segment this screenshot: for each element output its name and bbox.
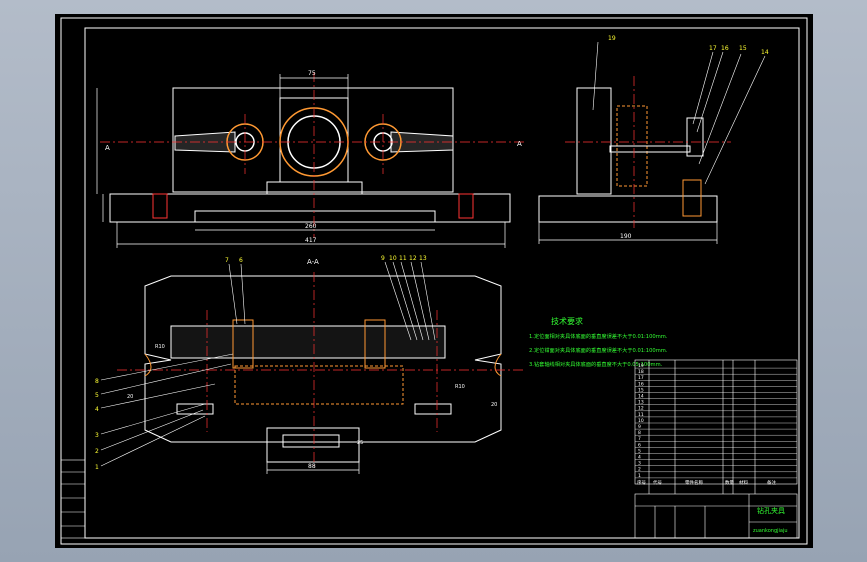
balloon-1: 1 — [95, 464, 99, 471]
balloon-2: 2 — [95, 448, 99, 455]
tech-req-item-2: 2.定位钳面对夹具体底面的垂直度误差不大于0.01:100mm. — [529, 346, 668, 354]
parts-row-number: 10 — [638, 418, 644, 424]
balloon-8: 8 — [95, 378, 99, 385]
plan-left-clamp — [176, 403, 214, 415]
parts-header-cell: 材料 — [739, 479, 748, 486]
base-hatch-right — [458, 193, 474, 219]
parts-rows: 19181716151413121110987654321序号 代号 零件名称 数量材… — [635, 363, 797, 486]
parts-header-cell: 序号 — [637, 479, 646, 486]
dim-plan-w-right: 20 — [491, 402, 497, 408]
parts-row-number: 16 — [638, 381, 644, 387]
side-pin — [609, 145, 691, 153]
cad-drawing: 75 260 417 A A 190 19 17 16 15 14 A-A 88… — [60, 17, 808, 545]
plan-bottom-block — [266, 427, 360, 463]
parts-row-number: 5 — [638, 448, 641, 454]
front-base — [109, 193, 511, 223]
dim-plan-height: 25 — [357, 440, 363, 446]
parts-header-cell: 数量 — [725, 479, 734, 486]
parts-row-number: 19 — [638, 363, 644, 369]
section-mark-left: A — [105, 144, 110, 152]
balloon-4: 4 — [95, 406, 99, 413]
dim-plan-bottom: 88 — [308, 463, 316, 470]
dim-front-inner: 260 — [305, 223, 317, 230]
drawing-sheet: 75 260 417 A A 190 19 17 16 15 14 A-A 88… — [55, 14, 813, 548]
balloon-15: 15 — [739, 45, 747, 52]
side-upright — [576, 87, 612, 195]
balloon-6: 6 — [239, 257, 243, 264]
inner-frame — [84, 27, 800, 539]
balloon-13: 13 — [419, 255, 427, 262]
dim-front-outer: 417 — [305, 237, 317, 244]
parts-row-number: 15 — [638, 387, 644, 393]
plan-outline — [144, 275, 502, 443]
parts-header-cell: 零件名称 — [685, 479, 703, 486]
base-hatch-left — [152, 193, 168, 219]
left-block — [60, 459, 86, 539]
parts-row-number: 13 — [638, 400, 644, 406]
parts-row-number: 3 — [638, 461, 641, 467]
balloon-17: 17 — [709, 45, 717, 52]
front-base-slot — [194, 210, 436, 223]
balloon-9: 9 — [381, 255, 385, 262]
parts-row-number: 18 — [638, 369, 644, 375]
parts-row-number: 7 — [638, 436, 641, 442]
balloon-5: 5 — [95, 392, 99, 399]
dim-side-bottom: 190 — [620, 233, 632, 240]
plan-channel — [234, 365, 404, 405]
side-bushing-top — [686, 117, 704, 157]
side-view — [538, 87, 718, 223]
parts-header-cell: 备注 — [767, 479, 776, 486]
plan-centerlines — [117, 272, 525, 466]
parts-row-number: 8 — [638, 430, 641, 436]
balloon-11: 11 — [399, 255, 407, 262]
plan-right-clamp — [414, 403, 452, 415]
title-code: zuankongjiaju — [753, 528, 788, 534]
title-name: 钻孔夹具 — [757, 506, 785, 515]
section-label: A-A — [307, 258, 319, 266]
dim-plan-r-right: R10 — [455, 384, 465, 390]
balloon-12: 12 — [409, 255, 417, 262]
tech-req-item-1: 1.定位面相对夹具体底面的垂直度误差不大于0.01:100mm. — [529, 332, 668, 340]
parts-row-number: 2 — [638, 467, 641, 473]
parts-row-number: 17 — [638, 375, 644, 381]
parts-row-number: 9 — [638, 424, 641, 430]
side-bushing-bottom — [682, 179, 702, 217]
parts-row-number: 1 — [638, 473, 641, 479]
front-centerlines — [100, 72, 525, 238]
tech-req-heading: 技术要求 — [551, 316, 583, 326]
plan-bottom-slot — [282, 434, 340, 448]
balloon-3: 3 — [95, 432, 99, 439]
parts-header-cell: 代号 — [653, 479, 662, 486]
dim-plan-w-left: 20 — [127, 394, 133, 400]
parts-row-number: 14 — [638, 394, 644, 400]
balloon-10: 10 — [389, 255, 397, 262]
balloon-14: 14 — [761, 49, 769, 56]
parts-row-number: 11 — [638, 412, 644, 418]
balloon-16: 16 — [721, 45, 729, 52]
balloon-19: 19 — [608, 35, 616, 42]
plan-plate — [170, 325, 446, 359]
balloon-7: 7 — [225, 257, 229, 264]
dim-plan-r-left: R10 — [155, 344, 165, 350]
side-leaders — [592, 41, 766, 185]
dim-front-top: 75 — [308, 70, 316, 77]
plan-view — [144, 275, 502, 463]
parts-row-number: 4 — [638, 455, 641, 461]
section-mark-right: A — [517, 140, 522, 148]
side-base — [538, 195, 718, 223]
parts-row-number: 12 — [638, 406, 644, 412]
parts-row-number: 6 — [638, 442, 641, 448]
